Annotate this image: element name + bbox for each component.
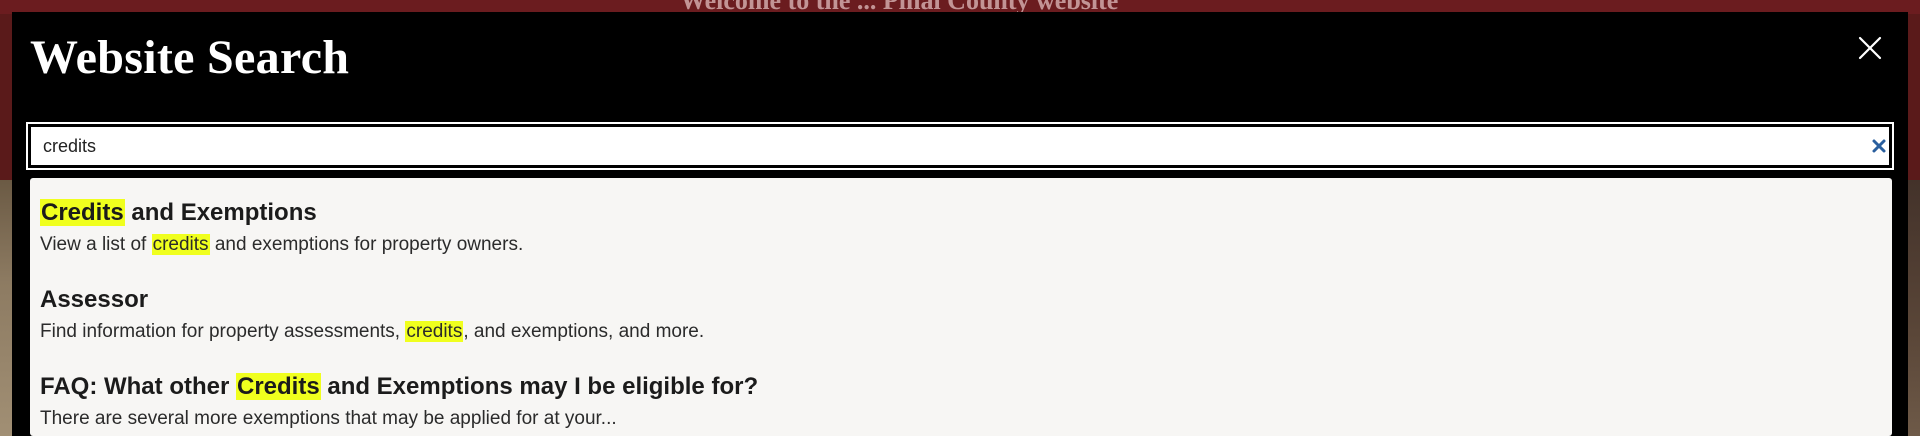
highlighted-term: Credits: [235, 373, 321, 400]
result-desc-text: View a list of: [40, 234, 152, 255]
result-description: View a list of credits and exemptions fo…: [40, 232, 1870, 258]
result-title-text: and Exemptions may I be eligible for?: [320, 373, 759, 400]
page: Welcome to the ... Pinal County website …: [0, 0, 1920, 436]
result-title-text: and Exemptions: [124, 199, 317, 226]
search-result[interactable]: FAQ: What other Credits and Exemptions m…: [40, 372, 1870, 432]
modal-title: Website Search: [30, 31, 350, 84]
search-modal: Website Search Credits and Exemptions: [12, 12, 1908, 436]
clear-search-button[interactable]: [1869, 136, 1889, 156]
result-description: There are several more exemptions that m…: [40, 406, 1870, 432]
highlighted-term: Credits: [40, 199, 125, 226]
search-result[interactable]: Assessor Find information for property a…: [40, 285, 1870, 345]
search-field: [26, 122, 1894, 170]
close-icon: [1858, 36, 1882, 60]
result-desc-text: There are several more exemptions that m…: [40, 408, 617, 429]
search-result[interactable]: Credits and Exemptions View a list of cr…: [40, 198, 1870, 258]
result-desc-text: , and exemptions, and more.: [463, 321, 705, 342]
search-results-list: Credits and Exemptions View a list of cr…: [30, 178, 1892, 436]
result-description: Find information for property assessment…: [40, 319, 1870, 345]
result-desc-text: Find information for property assessment…: [40, 321, 406, 342]
result-title[interactable]: FAQ: What other Credits and Exemptions m…: [40, 372, 1870, 402]
result-desc-text: and exemptions for property owners.: [209, 234, 524, 255]
highlighted-term: credits: [405, 321, 464, 342]
result-title-text: Assessor: [40, 286, 149, 313]
clear-icon: [1872, 139, 1886, 153]
result-title[interactable]: Assessor: [40, 285, 1870, 315]
highlighted-term: credits: [151, 234, 210, 255]
result-title[interactable]: Credits and Exemptions: [40, 198, 1870, 228]
search-input[interactable]: [31, 127, 1831, 165]
close-button[interactable]: [1852, 30, 1888, 66]
result-title-text: FAQ: What other: [40, 373, 236, 400]
